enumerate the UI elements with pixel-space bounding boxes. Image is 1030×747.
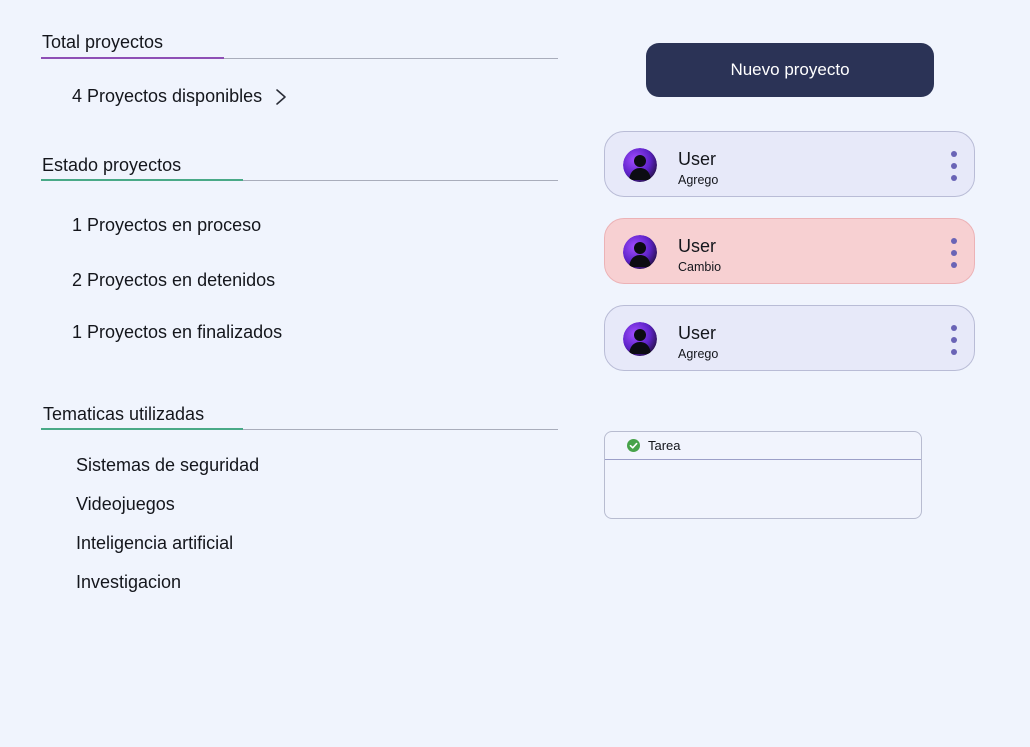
total-projects-title: Total proyectos [42,32,164,52]
activity-user-name: User [678,323,717,343]
user-avatar-icon [623,148,657,182]
project-status-divider [41,179,558,181]
user-avatar-icon [623,235,657,269]
activity-action: Agrego [678,173,719,187]
activity-card[interactable]: User Cambio [604,218,975,284]
task-panel-header: Tarea [605,432,921,460]
project-status-divider-accent [41,179,243,181]
topic-item: Investigacion [76,572,182,592]
activity-card[interactable]: User Agrego [604,131,975,197]
topics-divider [41,428,558,430]
activity-action: Cambio [678,260,722,274]
kebab-menu-icon[interactable] [948,150,960,182]
activity-action: Agrego [678,347,719,361]
topics-divider-accent [41,428,243,430]
status-item-finished: 1 Proyectos en finalizados [72,322,283,342]
topic-item: Sistemas de seguridad [76,455,260,475]
kebab-menu-icon[interactable] [948,324,960,356]
project-status-title: Estado proyectos [42,155,182,175]
activity-user-name: User [678,149,717,169]
task-panel[interactable]: Tarea [604,431,922,519]
activity-card[interactable]: User Agrego [604,305,975,371]
topic-item: Videojuegos [76,494,175,514]
activity-user-name: User [678,236,717,256]
user-avatar-icon [623,322,657,356]
task-label: Tarea [648,438,681,453]
status-item-stopped: 2 Proyectos en detenidos [72,270,276,290]
available-projects-link[interactable]: 4 Proyectos disponibles [72,86,288,107]
available-projects-label: 4 Proyectos disponibles [72,86,263,106]
total-projects-divider-accent [41,57,224,59]
new-project-button[interactable]: Nuevo proyecto [646,43,934,97]
check-circle-icon [627,439,640,452]
total-projects-divider [41,57,558,59]
status-item-in-progress: 1 Proyectos en proceso [72,215,262,235]
kebab-menu-icon[interactable] [948,237,960,269]
topic-item: Inteligencia artificial [76,533,234,553]
topics-title: Tematicas utilizadas [43,404,205,424]
chevron-right-icon [276,88,286,105]
